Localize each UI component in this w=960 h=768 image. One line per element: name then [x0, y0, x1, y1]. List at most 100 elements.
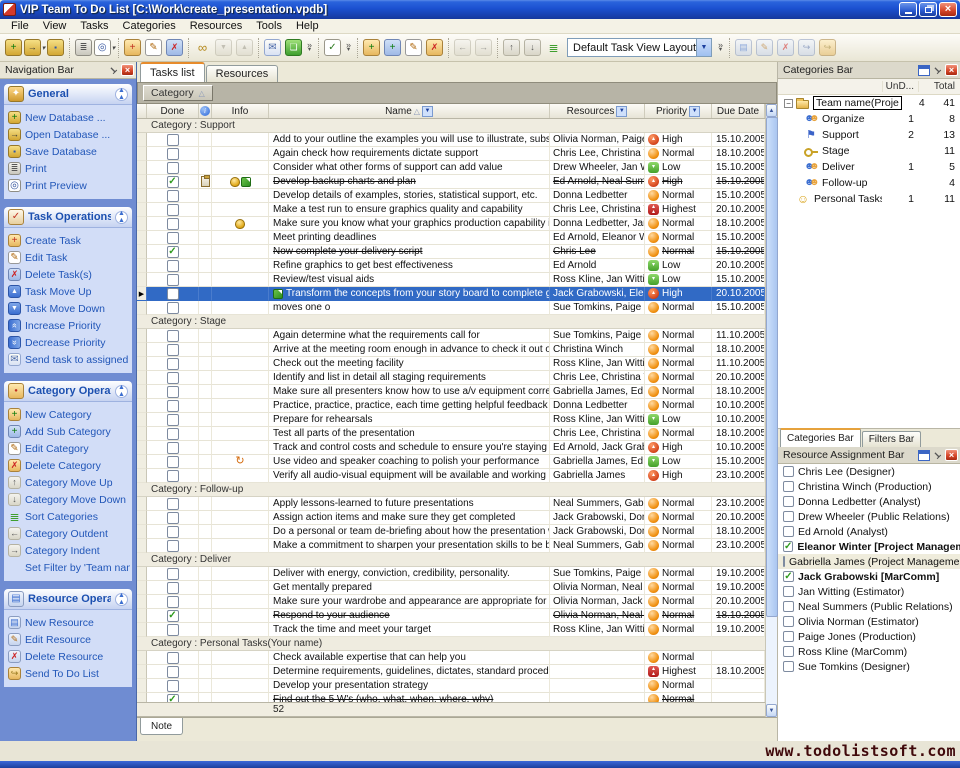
category-move-up-button[interactable]: ↑: [501, 37, 522, 59]
new-category-button[interactable]: +: [361, 37, 382, 59]
menu-categories[interactable]: Categories: [116, 19, 183, 34]
task-row[interactable]: Track and control costs and schedule to …: [137, 441, 765, 455]
task-done-checkbox[interactable]: [167, 582, 179, 594]
task-done-checkbox[interactable]: [167, 372, 179, 384]
task-row[interactable]: Again determine what the requirements ca…: [137, 329, 765, 343]
toolbar-overflow-chevron[interactable]: »▾: [304, 37, 315, 59]
task-done-checkbox[interactable]: ✓: [167, 610, 179, 622]
task-done-checkbox[interactable]: [167, 288, 179, 300]
task-done-checkbox[interactable]: [167, 260, 179, 272]
titlebar[interactable]: VIP Team To Do List [C:\Work\create_pres…: [0, 0, 960, 19]
task-done-checkbox[interactable]: [167, 498, 179, 510]
task-row[interactable]: Make sure all presenters know how to use…: [137, 385, 765, 399]
resource-checkbox[interactable]: [783, 496, 794, 507]
task-done-checkbox[interactable]: [167, 232, 179, 244]
add-sub-category-button[interactable]: +: [382, 37, 403, 59]
filter-dropdown-icon[interactable]: ▼: [616, 106, 627, 117]
resource-checkbox[interactable]: [783, 511, 794, 522]
task-done-checkbox[interactable]: [167, 680, 179, 692]
task-done-checkbox[interactable]: [167, 400, 179, 412]
filter-dropdown-icon[interactable]: ▼: [422, 106, 433, 117]
task-row[interactable]: Do a personal or team de-briefing about …: [137, 525, 765, 539]
task-row[interactable]: Deliver with energy, conviction, credibi…: [137, 567, 765, 581]
task-done-checkbox[interactable]: [167, 344, 179, 356]
category-tree-item-organize[interactable]: ☻☻Organize18: [778, 111, 960, 127]
column-header-info-flag[interactable]: i: [199, 104, 212, 118]
task-row[interactable]: Track the time and meet your targetRoss …: [137, 623, 765, 637]
task-done-checkbox[interactable]: [167, 442, 179, 454]
pin-icon[interactable]: T: [105, 62, 122, 79]
nav-item-add-sub-category[interactable]: +Add Sub Category: [8, 423, 130, 440]
task-row[interactable]: ▶Transform the concepts from your story …: [137, 287, 765, 301]
resource-checkbox[interactable]: ✓: [783, 541, 793, 552]
resource-item-olivia-norman-estimator[interactable]: Olivia Norman (Estimator): [778, 614, 960, 629]
task-done-checkbox[interactable]: [167, 512, 179, 524]
task-row[interactable]: Meet printing deadlinesEd Arnold, Eleano…: [137, 231, 765, 245]
pin-icon[interactable]: T: [929, 62, 946, 78]
category-tree-item-team-name-proje[interactable]: −Team name(Proje441: [778, 95, 960, 111]
task-done-checkbox[interactable]: [167, 568, 179, 580]
nav-item-new-resource[interactable]: ▤New Resource: [8, 614, 130, 631]
task-done-checkbox[interactable]: [167, 302, 179, 314]
close-panel-button[interactable]: ×: [121, 64, 134, 76]
task-done-checkbox[interactable]: [167, 218, 179, 230]
menu-view[interactable]: View: [36, 19, 74, 34]
category-tree-item-stage[interactable]: Stage11: [778, 143, 960, 159]
nav-item-category-outdent[interactable]: ←Category Outdent: [8, 525, 130, 542]
resource-item-christina-winch-production[interactable]: Christina Winch (Production): [778, 479, 960, 494]
resource-item-jan-witting-estimator[interactable]: Jan Witting (Estimator): [778, 584, 960, 599]
nav-item-save-database[interactable]: ▪Save Database: [8, 143, 130, 160]
task-row[interactable]: Get mentally preparedOlivia Norman, Neal…: [137, 581, 765, 595]
category-group-row[interactable]: Category : Personal Tasks(Your name): [137, 637, 765, 651]
task-done-checkbox[interactable]: [167, 624, 179, 636]
task-done-checkbox[interactable]: [167, 456, 179, 468]
edit-category-button[interactable]: ✎: [403, 37, 424, 59]
nav-item-send-to-do-list[interactable]: ↪Send To Do List: [8, 665, 130, 682]
delete-task-button[interactable]: ✗: [164, 37, 185, 59]
task-row[interactable]: Practice, practice, practice, each time …: [137, 399, 765, 413]
collapse-chevron-icon[interactable]: ▲▲: [115, 593, 128, 606]
task-done-checkbox[interactable]: [167, 428, 179, 440]
task-done-checkbox[interactable]: ✓: [167, 694, 179, 703]
task-row[interactable]: Arrive at the meeting room enough in adv…: [137, 343, 765, 357]
task-row[interactable]: Check out the meeting facilityRoss Kline…: [137, 357, 765, 371]
resource-item-ross-kline-marcomm[interactable]: Ross Kline (MarComm): [778, 644, 960, 659]
category-group-row[interactable]: Category : Follow-up: [137, 483, 765, 497]
resource-item-ed-arnold-analyst[interactable]: Ed Arnold (Analyst): [778, 524, 960, 539]
nav-item-create-task[interactable]: +Create Task: [8, 232, 130, 249]
nav-section-header-task-operations[interactable]: ✓Task Operations▲▲: [4, 207, 132, 228]
nav-item-print-preview[interactable]: ◎Print Preview: [8, 177, 130, 194]
tab-tasks-list[interactable]: Tasks list: [140, 62, 205, 82]
total-column-header[interactable]: Total: [918, 81, 960, 92]
notes-button[interactable]: ❏: [283, 37, 304, 59]
nav-item-new-database[interactable]: +New Database ...: [8, 109, 130, 126]
resource-checkbox[interactable]: [783, 586, 794, 597]
delete-category-button[interactable]: ✗: [424, 37, 445, 59]
toolbar-overflow-chevron[interactable]: »▾: [343, 37, 354, 59]
column-header-priority[interactable]: Priority▼: [645, 104, 712, 118]
nav-item-delete-task-s[interactable]: ✗Delete Task(s): [8, 266, 130, 283]
column-header-due-date[interactable]: Due Date: [712, 104, 765, 118]
task-row[interactable]: Refine graphics to get best effectivenes…: [137, 259, 765, 273]
vertical-scrollbar[interactable]: ▲ ▼: [765, 104, 777, 717]
collapse-chevron-icon[interactable]: ▲▲: [115, 385, 128, 398]
minimize-button[interactable]: [899, 2, 917, 17]
nav-item-print[interactable]: ≣Print: [8, 160, 130, 177]
task-row[interactable]: Check available expertise that can help …: [137, 651, 765, 665]
new-database-button[interactable]: +: [3, 37, 24, 59]
nav-item-category-move-down[interactable]: ↓Category Move Down: [8, 491, 130, 508]
print-button[interactable]: ≣: [73, 37, 94, 59]
close-panel-button[interactable]: ×: [945, 64, 958, 76]
undone-column-header[interactable]: UnD...: [882, 81, 918, 92]
task-done-checkbox[interactable]: [167, 190, 179, 202]
column-header-resources[interactable]: Resources▼: [550, 104, 645, 118]
category-tree-item-support[interactable]: ⚑Support213: [778, 127, 960, 143]
task-row[interactable]: ↻Use video and speaker coaching to polis…: [137, 455, 765, 469]
task-row[interactable]: ✓Now complete your delivery scriptChris …: [137, 245, 765, 259]
open-database-button[interactable]: →▾: [24, 37, 45, 59]
column-header-done[interactable]: Done: [147, 104, 199, 118]
resource-checkbox[interactable]: [783, 631, 794, 642]
dropdown-arrow-icon[interactable]: ▼: [696, 39, 711, 56]
nav-item-decrease-priority[interactable]: »Decrease Priority: [8, 334, 130, 351]
task-done-checkbox[interactable]: [167, 162, 179, 174]
